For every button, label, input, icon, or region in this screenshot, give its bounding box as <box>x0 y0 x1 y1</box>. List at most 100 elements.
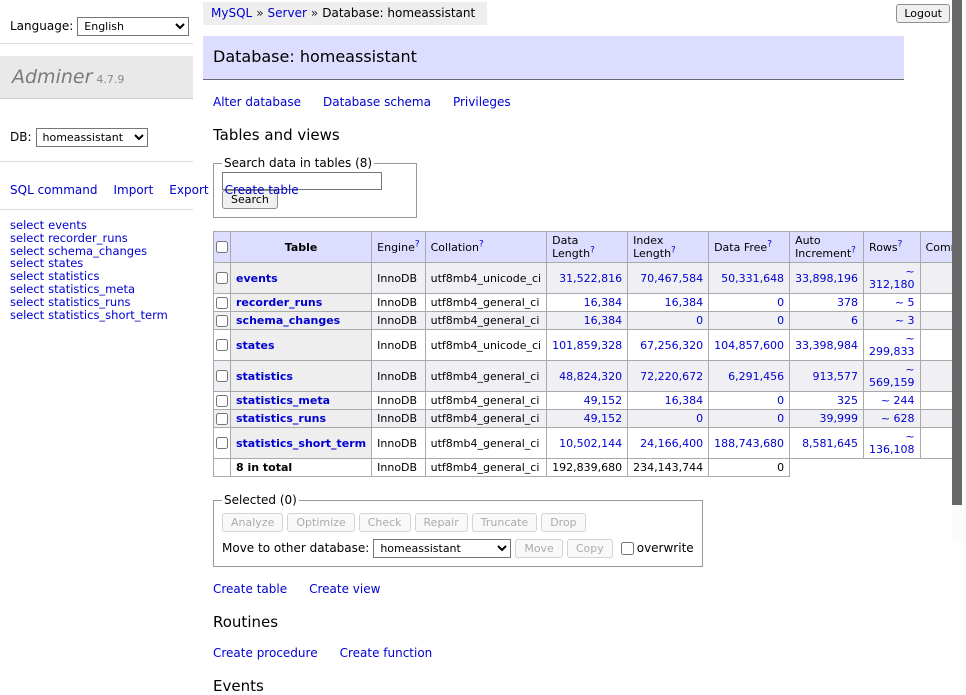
select-link[interactable]: select <box>10 231 44 245</box>
auto-increment-link[interactable]: 378 <box>837 296 858 309</box>
index-length-link[interactable]: 24,166,400 <box>640 437 703 450</box>
check-button[interactable]: Check <box>359 513 411 532</box>
data-free-link[interactable]: 50,331,648 <box>721 272 784 285</box>
auto-increment-link[interactable]: 33,398,984 <box>795 339 858 352</box>
analyze-button[interactable]: Analyze <box>222 513 283 532</box>
data-length-link[interactable]: 49,152 <box>584 412 623 425</box>
auto-increment-link[interactable]: 325 <box>837 394 858 407</box>
overwrite-checkbox[interactable] <box>621 542 634 555</box>
create-table-link[interactable]: Create table <box>213 582 287 596</box>
select-link[interactable]: select <box>10 295 44 309</box>
help-icon[interactable]: ? <box>671 245 676 255</box>
import-link[interactable]: Import <box>113 183 153 197</box>
index-length-link[interactable]: 16,384 <box>665 394 704 407</box>
select-all-checkbox[interactable] <box>216 241 228 253</box>
help-icon[interactable]: ? <box>898 239 903 249</box>
alter-database-link[interactable]: Alter database <box>213 95 301 109</box>
create-table-link-sidebar[interactable]: Create table <box>225 183 299 197</box>
privileges-link[interactable]: Privileges <box>453 95 511 109</box>
drop-button[interactable]: Drop <box>541 513 585 532</box>
index-length-link[interactable]: 70,467,584 <box>640 272 703 285</box>
data-length-link[interactable]: 48,824,320 <box>559 370 622 383</box>
rows-count-link[interactable]: ~ 312,180 <box>869 265 915 291</box>
rows-count-link[interactable]: ~ 5 <box>895 296 915 309</box>
repair-button[interactable]: Repair <box>415 513 468 532</box>
data-free-link[interactable]: 0 <box>777 314 784 327</box>
auto-increment-link[interactable]: 8,581,645 <box>802 437 858 450</box>
table-name-link[interactable]: recorder_runs <box>236 296 322 309</box>
help-icon[interactable]: ? <box>479 239 484 249</box>
data-length-link[interactable]: 31,522,816 <box>559 272 622 285</box>
row-checkbox[interactable] <box>216 413 228 425</box>
truncate-button[interactable]: Truncate <box>472 513 537 532</box>
create-procedure-link[interactable]: Create procedure <box>213 646 318 660</box>
select-link[interactable]: select <box>10 218 44 232</box>
optimize-button[interactable]: Optimize <box>287 513 354 532</box>
table-name-link[interactable]: statistics <box>236 370 293 383</box>
row-checkbox[interactable] <box>216 315 228 327</box>
table-name-link[interactable]: statistics_meta <box>236 394 330 407</box>
table-name-link[interactable]: states <box>236 339 275 352</box>
data-length-link[interactable]: 10,502,144 <box>559 437 622 450</box>
rows-count-link[interactable]: ~ 628 <box>881 412 915 425</box>
sidebar-table-name-link[interactable]: recorder_runs <box>48 231 128 245</box>
index-length-link[interactable]: 67,256,320 <box>640 339 703 352</box>
table-name-link[interactable]: events <box>236 272 278 285</box>
data-free-link[interactable]: 0 <box>777 412 784 425</box>
data-free-link[interactable]: 0 <box>777 394 784 407</box>
select-link[interactable]: select <box>10 282 44 296</box>
data-free-link[interactable]: 6,291,456 <box>728 370 784 383</box>
create-view-link[interactable]: Create view <box>309 582 380 596</box>
move-db-select[interactable]: homeassistant <box>373 539 511 558</box>
sql-command-link[interactable]: SQL command <box>10 183 97 197</box>
logout-button[interactable]: Logout <box>896 4 950 23</box>
data-length-link[interactable]: 16,384 <box>584 296 623 309</box>
help-icon[interactable]: ? <box>767 239 772 249</box>
select-link[interactable]: select <box>10 308 44 322</box>
data-length-link[interactable]: 49,152 <box>584 394 623 407</box>
index-length-link[interactable]: 16,384 <box>665 296 704 309</box>
data-free-link[interactable]: 104,857,600 <box>714 339 784 352</box>
auto-increment-link[interactable]: 913,577 <box>813 370 859 383</box>
help-icon[interactable]: ? <box>590 245 595 255</box>
help-icon[interactable]: ? <box>415 239 420 249</box>
auto-increment-link[interactable]: 33,898,196 <box>795 272 858 285</box>
index-length-link[interactable]: 72,220,672 <box>640 370 703 383</box>
auto-increment-link[interactable]: 6 <box>851 314 858 327</box>
breadcrumb-mysql-link[interactable]: MySQL <box>211 6 252 20</box>
index-length-link[interactable]: 0 <box>696 412 703 425</box>
sidebar-table-name-link[interactable]: statistics_meta <box>48 282 135 296</box>
rows-count-link[interactable]: ~ 569,159 <box>869 363 915 389</box>
database-schema-link[interactable]: Database schema <box>323 95 431 109</box>
table-name-link[interactable]: schema_changes <box>236 314 340 327</box>
row-checkbox[interactable] <box>216 297 228 309</box>
rows-count-link[interactable]: ~ 244 <box>881 394 915 407</box>
rows-count-link[interactable]: ~ 299,833 <box>869 332 915 358</box>
copy-button[interactable]: Copy <box>567 539 613 558</box>
table-name-link[interactable]: statistics_runs <box>236 412 326 425</box>
row-checkbox[interactable] <box>216 339 228 351</box>
export-link[interactable]: Export <box>169 183 208 197</box>
db-select[interactable]: homeassistant <box>36 128 148 147</box>
row-checkbox[interactable] <box>216 370 228 382</box>
language-select[interactable]: English <box>77 17 189 36</box>
data-length-link[interactable]: 101,859,328 <box>552 339 622 352</box>
index-length-link[interactable]: 0 <box>696 314 703 327</box>
move-button[interactable]: Move <box>515 539 563 558</box>
scrollbar-thumb[interactable] <box>952 0 962 505</box>
breadcrumb-server-link[interactable]: Server <box>268 6 307 20</box>
help-icon[interactable]: ? <box>851 245 856 255</box>
rows-count-link[interactable]: ~ 3 <box>895 314 915 327</box>
sidebar-table-name-link[interactable]: statistics_runs <box>48 295 130 309</box>
rows-count-link[interactable]: ~ 136,108 <box>869 430 915 456</box>
sidebar-table-name-link[interactable]: events <box>48 218 87 232</box>
auto-increment-link[interactable]: 39,999 <box>820 412 859 425</box>
data-length-link[interactable]: 16,384 <box>584 314 623 327</box>
data-free-link[interactable]: 188,743,680 <box>714 437 784 450</box>
row-checkbox[interactable] <box>216 437 228 449</box>
create-function-link[interactable]: Create function <box>340 646 433 660</box>
sidebar-table-name-link[interactable]: statistics_short_term <box>48 308 168 322</box>
row-checkbox[interactable] <box>216 395 228 407</box>
table-name-link[interactable]: statistics_short_term <box>236 437 366 450</box>
data-free-link[interactable]: 0 <box>777 296 784 309</box>
